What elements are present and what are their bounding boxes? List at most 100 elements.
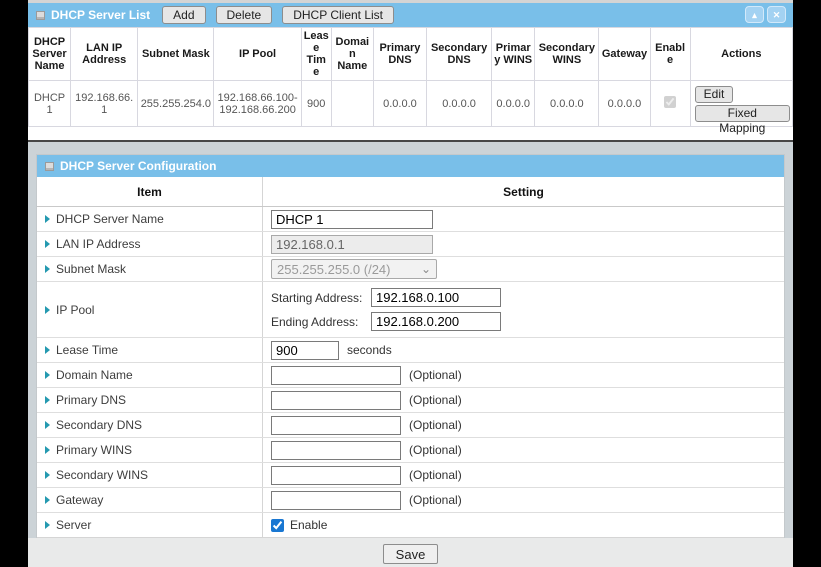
save-button[interactable]: Save bbox=[383, 544, 439, 564]
column-header-secondary-dns: Secondary DNS bbox=[427, 28, 492, 81]
row-arrow-icon bbox=[45, 471, 50, 479]
row-label: Subnet Mask bbox=[56, 262, 126, 276]
row-label: Gateway bbox=[56, 493, 103, 507]
row-arrow-icon bbox=[45, 240, 50, 248]
starting-address-input[interactable] bbox=[371, 288, 501, 307]
row-arrow-icon bbox=[45, 521, 50, 529]
row-label: Primary WINS bbox=[56, 443, 132, 457]
optional-note: (Optional) bbox=[409, 443, 462, 457]
cell-lan-ip-address: 192.168.66.1 bbox=[71, 81, 138, 127]
primary-wins-input[interactable] bbox=[271, 441, 401, 460]
secondary-dns-input[interactable] bbox=[271, 416, 401, 435]
collapse-icon[interactable]: ▴ bbox=[745, 6, 764, 23]
delete-button[interactable]: Delete bbox=[216, 6, 273, 24]
dhcp-server-name-input[interactable] bbox=[271, 210, 433, 229]
row-label: Secondary DNS bbox=[56, 418, 142, 432]
row-label: LAN IP Address bbox=[56, 237, 141, 251]
row-arrow-icon bbox=[45, 371, 50, 379]
table-row: DHCP 1 192.168.66.1 255.255.254.0 192.16… bbox=[29, 81, 793, 127]
row-label: Primary DNS bbox=[56, 393, 126, 407]
row-arrow-icon bbox=[45, 421, 50, 429]
optional-note: (Optional) bbox=[409, 493, 462, 507]
row-arrow-icon bbox=[45, 265, 50, 273]
primary-dns-input[interactable] bbox=[271, 391, 401, 410]
server-enable-checkbox[interactable] bbox=[271, 519, 284, 532]
dhcp-client-list-button[interactable]: DHCP Client List bbox=[282, 6, 394, 24]
config-row-ip-pool: IP Pool Starting Address: Ending Address… bbox=[37, 282, 784, 338]
cell-secondary-wins: 0.0.0.0 bbox=[535, 81, 599, 127]
server-enable-option: Enable bbox=[271, 518, 327, 532]
column-header-subnet-mask: Subnet Mask bbox=[138, 28, 214, 81]
dhcp-server-configuration-panel: DHCP Server Configuration Item Setting D… bbox=[28, 140, 793, 567]
optional-note: (Optional) bbox=[409, 368, 462, 382]
config-row-lease-time: Lease Time seconds bbox=[37, 338, 784, 363]
config-row-server: Server Enable bbox=[37, 513, 784, 538]
lease-time-input[interactable] bbox=[271, 341, 339, 360]
cell-secondary-dns: 0.0.0.0 bbox=[427, 81, 492, 127]
row-arrow-icon bbox=[45, 496, 50, 504]
column-header-primary-wins: Primary WINS bbox=[492, 28, 535, 81]
gateway-input[interactable] bbox=[271, 491, 401, 510]
config-footer: Save bbox=[28, 538, 793, 567]
page: DHCP Server List Add Delete DHCP Client … bbox=[28, 0, 793, 567]
cell-ip-pool: 192.168.66.100-192.168.66.200 bbox=[214, 81, 301, 127]
column-header-dhcp-server-name: DHCP Server Name bbox=[29, 28, 71, 81]
column-header-domain-name: Domain Name bbox=[331, 28, 373, 81]
column-header-actions: Actions bbox=[690, 28, 792, 81]
row-label: DHCP Server Name bbox=[56, 212, 164, 226]
config-row-lan-ip-address: LAN IP Address bbox=[37, 232, 784, 257]
config-row-secondary-wins: Secondary WINS (Optional) bbox=[37, 463, 784, 488]
row-label: Domain Name bbox=[56, 368, 133, 382]
setting-column-header: Setting bbox=[263, 177, 784, 206]
lease-time-unit: seconds bbox=[347, 343, 392, 357]
column-header-enable: Enable bbox=[650, 28, 690, 81]
cell-domain-name bbox=[331, 81, 373, 127]
config-row-domain-name: Domain Name (Optional) bbox=[37, 363, 784, 388]
optional-note: (Optional) bbox=[409, 393, 462, 407]
cell-lease-time: 900 bbox=[301, 81, 331, 127]
config-row-gateway: Gateway (Optional) bbox=[37, 488, 784, 513]
row-arrow-icon bbox=[45, 396, 50, 404]
column-header-lease-time: Lease Time bbox=[301, 28, 331, 81]
column-header-gateway: Gateway bbox=[599, 28, 650, 81]
config-row-dhcp-server-name: DHCP Server Name bbox=[37, 207, 784, 232]
ending-address-label: Ending Address: bbox=[271, 315, 371, 329]
config-row-primary-wins: Primary WINS (Optional) bbox=[37, 438, 784, 463]
starting-address-label: Starting Address: bbox=[271, 291, 371, 305]
add-button[interactable]: Add bbox=[162, 6, 205, 24]
optional-note: (Optional) bbox=[409, 468, 462, 482]
domain-name-input[interactable] bbox=[271, 366, 401, 385]
subnet-mask-selected-value: 255.255.255.0 (/24) bbox=[277, 262, 417, 277]
chevron-down-icon: ⌄ bbox=[421, 264, 431, 274]
row-arrow-icon bbox=[45, 346, 50, 354]
subnet-mask-select: 255.255.255.0 (/24) ⌄ bbox=[271, 259, 437, 279]
config-panel-title: DHCP Server Configuration bbox=[60, 159, 216, 173]
close-icon[interactable]: ✕ bbox=[767, 6, 786, 23]
cell-actions: Edit Fixed Mapping bbox=[690, 81, 792, 127]
lan-ip-address-input bbox=[271, 235, 433, 254]
dhcp-server-table: DHCP Server Name LAN IP Address Subnet M… bbox=[28, 27, 793, 127]
row-label: Lease Time bbox=[56, 343, 118, 357]
cell-primary-dns: 0.0.0.0 bbox=[373, 81, 426, 127]
cell-dhcp-server-name: DHCP 1 bbox=[29, 81, 71, 127]
secondary-wins-input[interactable] bbox=[271, 466, 401, 485]
column-header-primary-dns: Primary DNS bbox=[373, 28, 426, 81]
list-panel-header: DHCP Server List Add Delete DHCP Client … bbox=[28, 3, 793, 27]
table-header-row: DHCP Server Name LAN IP Address Subnet M… bbox=[29, 28, 793, 81]
row-arrow-icon bbox=[45, 215, 50, 223]
fixed-mapping-button[interactable]: Fixed Mapping bbox=[695, 105, 790, 122]
edit-button[interactable]: Edit bbox=[695, 86, 734, 103]
enable-checkbox bbox=[664, 96, 676, 108]
cell-subnet-mask: 255.255.254.0 bbox=[138, 81, 214, 127]
config-row-primary-dns: Primary DNS (Optional) bbox=[37, 388, 784, 413]
cell-enable bbox=[650, 81, 690, 127]
dhcp-server-list-panel: DHCP Server List Add Delete DHCP Client … bbox=[28, 3, 793, 127]
cell-gateway: 0.0.0.0 bbox=[599, 81, 650, 127]
item-column-header: Item bbox=[37, 177, 263, 206]
row-arrow-icon bbox=[45, 446, 50, 454]
ending-address-input[interactable] bbox=[371, 312, 501, 331]
row-label: Secondary WINS bbox=[56, 468, 148, 482]
configuration-form: DHCP Server Configuration Item Setting D… bbox=[36, 154, 785, 538]
cell-primary-wins: 0.0.0.0 bbox=[492, 81, 535, 127]
row-arrow-icon bbox=[45, 306, 50, 314]
